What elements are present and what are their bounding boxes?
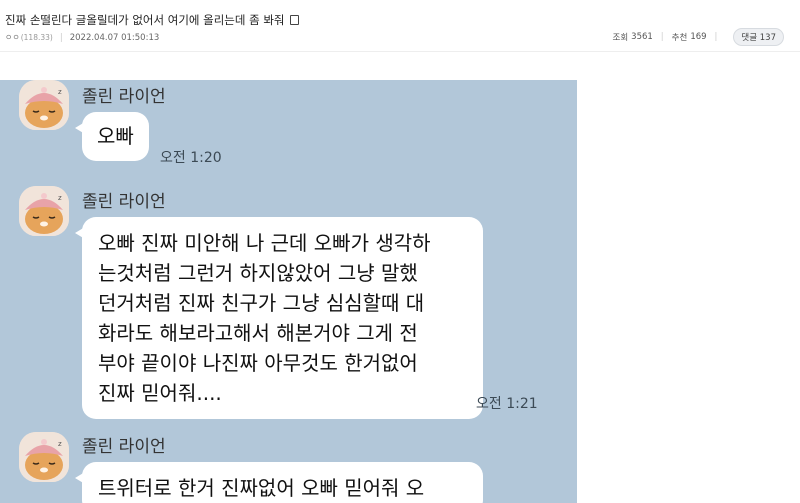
header-divider bbox=[0, 51, 800, 52]
message-time: 오전 1:21 bbox=[476, 396, 538, 412]
svg-text:z: z bbox=[58, 194, 62, 202]
post-date: 2022.04.07 01:50:13 bbox=[69, 32, 160, 43]
message-line: 던거처럼 진짜 친구가 그냥 심심할때 대 bbox=[98, 291, 425, 315]
comments-count: 137 bbox=[759, 33, 776, 43]
chat-screenshot-image: z 졸린 라이언 오빠 오전 1:20 z 졸린 라이언 오빠 진짜 미안해 나… bbox=[0, 80, 577, 503]
svg-text:z: z bbox=[58, 88, 62, 96]
message-line: 화라도 해보라고해서 해본거야 그게 전 bbox=[98, 321, 418, 345]
bubble-tail bbox=[75, 122, 85, 134]
sender-name: 졸린 라이언 bbox=[82, 192, 166, 212]
sender-name: 졸린 라이언 bbox=[82, 437, 166, 457]
stat-separator: | bbox=[714, 32, 718, 42]
bubble-tail bbox=[75, 472, 85, 484]
comments-button[interactable]: 댓글 137 bbox=[733, 28, 784, 46]
message-text: 오빠 bbox=[97, 124, 134, 148]
post-meta: ㅇㅇ (118.33) | 2022.04.07 01:50:13 bbox=[5, 32, 159, 43]
image-attachment-icon bbox=[289, 15, 299, 25]
message-bubble: 오빠 bbox=[75, 112, 149, 161]
sleepy-ryan-character-icon: z bbox=[19, 186, 69, 236]
message-line: 부야 끝이야 나진짜 아무것도 한거없어 bbox=[98, 351, 418, 375]
post-title[interactable]: 진짜 손떨린다 글올릴데가 없어서 여기에 올리는데 좀 봐줘 bbox=[5, 12, 299, 28]
sender-name: 졸린 라이언 bbox=[82, 87, 166, 107]
post-title-text[interactable]: 진짜 손떨린다 글올릴데가 없어서 여기에 올리는데 좀 봐줘 bbox=[5, 13, 285, 27]
author-nickname[interactable]: ㅇㅇ bbox=[5, 32, 20, 43]
likes-label: 추천 bbox=[671, 33, 688, 43]
bubble-tail bbox=[75, 227, 85, 239]
post-header: 진짜 손떨린다 글올릴데가 없어서 여기에 올리는데 좀 봐줘 ㅇㅇ (118.… bbox=[0, 0, 800, 52]
views-label: 조회 bbox=[612, 33, 629, 43]
views-count: 3561 bbox=[631, 32, 653, 42]
message-line: 트위터로 한거 진짜없어 오빠 믿어줘 오 bbox=[98, 476, 425, 500]
message-time: 오전 1:20 bbox=[160, 150, 222, 166]
message-bubble: 오빠 진짜 미안해 나 근데 오빠가 생각하 는것처럼 그런거 하지않았어 그냥… bbox=[75, 217, 483, 419]
stat-separator: | bbox=[660, 32, 664, 42]
comments-label: 댓글 bbox=[741, 33, 758, 43]
likes-count: 169 bbox=[690, 32, 707, 42]
message-line: 는것처럼 그런거 하지않았어 그냥 말했 bbox=[98, 261, 418, 285]
message-line: 오빠 진짜 미안해 나 근데 오빠가 생각하 bbox=[98, 231, 431, 255]
post-stats: 조회 3561 | 추천 169 | 댓글 137 bbox=[613, 28, 784, 46]
sleepy-ryan-character-icon: z bbox=[19, 432, 69, 482]
message-bubble: 트위터로 한거 진짜없어 오빠 믿어줘 오 bbox=[75, 462, 483, 503]
author-ip: (118.33) bbox=[20, 33, 53, 42]
message-line: 진짜 믿어줘.... bbox=[98, 381, 222, 405]
meta-separator: | bbox=[59, 32, 63, 43]
svg-text:z: z bbox=[58, 440, 62, 448]
sleepy-ryan-character-icon: z bbox=[19, 80, 69, 130]
